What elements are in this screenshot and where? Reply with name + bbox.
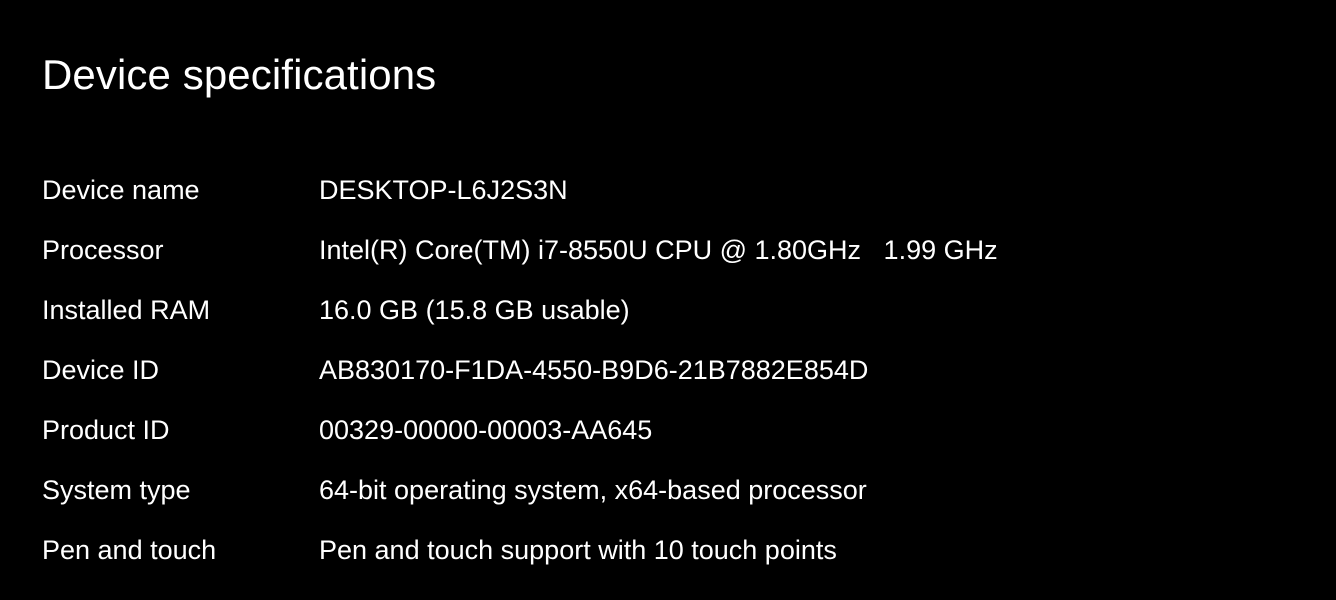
table-row: Product ID 00329-00000-00003-AA645 — [42, 400, 998, 460]
table-row: Device name DESKTOP-L6J2S3N — [42, 160, 998, 220]
spec-label-pen-and-touch: Pen and touch — [42, 535, 217, 565]
spec-value-installed-ram: 16.0 GB (15.8 GB usable) — [319, 295, 630, 325]
table-row: Processor Intel(R) Core(TM) i7-8550U CPU… — [42, 220, 998, 280]
table-row: System type 64-bit operating system, x64… — [42, 460, 998, 520]
table-row: Pen and touch Pen and touch support with… — [42, 520, 998, 580]
page-title: Device specifications — [42, 51, 437, 98]
spec-value-device-name: DESKTOP-L6J2S3N — [319, 175, 568, 205]
spec-label-system-type: System type — [42, 475, 191, 505]
table-row: Installed RAM 16.0 GB (15.8 GB usable) — [42, 280, 998, 340]
spec-value-system-type: 64-bit operating system, x64-based proce… — [319, 475, 867, 505]
device-specifications-table: Device name DESKTOP-L6J2S3N Processor In… — [42, 160, 998, 580]
spec-value-processor: Intel(R) Core(TM) i7-8550U CPU @ 1.80GHz… — [319, 235, 998, 265]
table-row: Device ID AB830170-F1DA-4550-B9D6-21B788… — [42, 340, 998, 400]
spec-label-processor: Processor — [42, 235, 164, 265]
spec-value-device-id: AB830170-F1DA-4550-B9D6-21B7882E854D — [319, 355, 869, 385]
spec-label-product-id: Product ID — [42, 415, 170, 445]
spec-label-device-id: Device ID — [42, 355, 160, 385]
spec-value-product-id: 00329-00000-00003-AA645 — [319, 415, 653, 445]
device-specifications-page: Device specifications Device name DESKTO… — [0, 0, 1336, 600]
spec-label-device-name: Device name — [42, 175, 200, 205]
spec-table-body: Device name DESKTOP-L6J2S3N Processor In… — [42, 160, 998, 580]
spec-value-pen-and-touch: Pen and touch support with 10 touch poin… — [319, 535, 837, 565]
spec-label-installed-ram: Installed RAM — [42, 295, 211, 325]
